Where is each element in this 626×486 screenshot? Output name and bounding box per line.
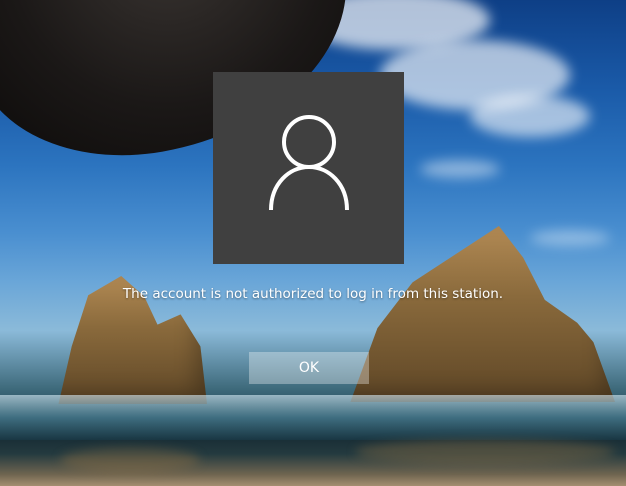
sea xyxy=(0,395,626,445)
cloud xyxy=(420,160,500,178)
cloud xyxy=(470,95,590,137)
user-icon xyxy=(269,115,349,211)
error-message: The account is not authorized to log in … xyxy=(122,286,504,302)
ok-button[interactable]: OK xyxy=(249,352,369,384)
rock-reflection xyxy=(355,440,615,464)
user-avatar-tile xyxy=(213,72,404,264)
rock-reflection xyxy=(60,448,200,472)
cloud xyxy=(530,230,610,246)
